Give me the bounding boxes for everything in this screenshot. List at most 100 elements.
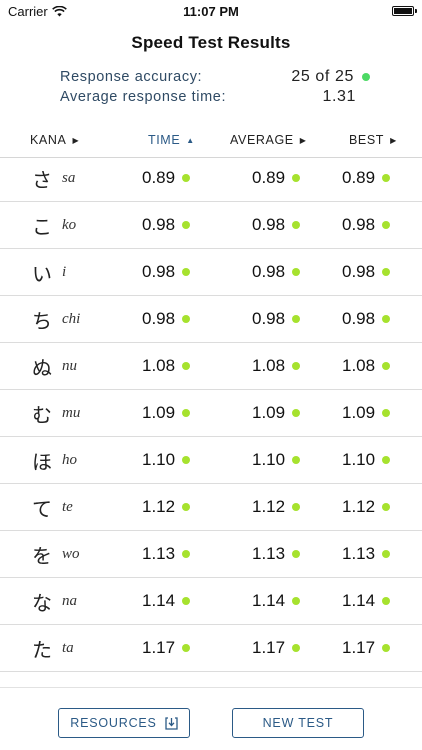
status-dot-icon	[182, 550, 191, 558]
average-cell: 0.98	[252, 296, 301, 342]
status-dot-icon	[292, 315, 301, 323]
time-cell: 0.98	[142, 249, 191, 295]
kana-cell: む mu	[32, 390, 80, 436]
status-dot-icon	[292, 597, 301, 605]
average-value: 1.14	[252, 591, 286, 610]
kana-character: ほ	[32, 449, 52, 474]
best-cell: 1.08	[342, 343, 391, 389]
column-header-time[interactable]: TIME ▲	[148, 133, 195, 147]
table-row[interactable]: な na 1.14 1.14 1.14	[0, 578, 422, 625]
table-row[interactable]: ぬ nu 1.08 1.08 1.08	[0, 343, 422, 390]
average-value: 1.08	[252, 356, 286, 375]
status-dot-icon	[292, 456, 301, 464]
average-value-wrap: 1.31	[300, 88, 370, 106]
kana-character: な	[32, 590, 52, 615]
average-value: 0.98	[252, 215, 286, 234]
average-value: 1.12	[252, 497, 286, 516]
table-row[interactable]: て te 1.12 1.12 1.12	[0, 484, 422, 531]
bottom-toolbar: RESOURCES NEW TEST	[0, 687, 422, 750]
best-value: 1.08	[342, 356, 376, 375]
time-cell: 1.08	[142, 343, 191, 389]
accuracy-row: Response accuracy: 25 of 25	[60, 67, 370, 87]
accuracy-value: 25 of 25	[291, 68, 354, 85]
average-cell: 1.10	[252, 437, 301, 483]
best-value: 1.14	[342, 591, 376, 610]
triangle-right-icon: ▶	[299, 135, 307, 145]
download-icon	[165, 716, 178, 730]
kana-character: て	[32, 496, 52, 521]
table-row[interactable]: さ sa 0.89 0.89 0.89	[0, 155, 422, 202]
kana-romaji: ko	[62, 216, 77, 233]
table-row[interactable]: い i 0.98 0.98 0.98	[0, 249, 422, 296]
average-cell: 0.98	[252, 202, 301, 248]
status-dot-icon	[382, 550, 391, 558]
kana-romaji: sa	[62, 169, 76, 186]
kana-cell: ぬ nu	[32, 343, 77, 389]
kana-character: を	[32, 543, 52, 568]
time-cell: 1.13	[142, 531, 191, 577]
kana-character: む	[32, 402, 52, 427]
status-dot-icon	[292, 268, 301, 276]
average-cell: 0.98	[252, 249, 301, 295]
status-dot-icon	[382, 644, 391, 652]
average-cell: 1.08	[252, 343, 301, 389]
average-cell: 0.89	[252, 155, 301, 201]
table-row[interactable]: ち chi 0.98 0.98 0.98	[0, 296, 422, 343]
best-value: 0.98	[342, 309, 376, 328]
accuracy-value-wrap: 25 of 25	[291, 68, 370, 86]
kana-romaji: ta	[62, 639, 74, 656]
time-cell: 0.98	[142, 202, 191, 248]
status-dot-icon	[382, 597, 391, 605]
best-cell: 1.09	[342, 390, 391, 436]
kana-character: ち	[32, 308, 52, 333]
new-test-button-label: NEW TEST	[262, 716, 334, 730]
kana-character: こ	[32, 214, 52, 239]
average-cell: 1.13	[252, 531, 301, 577]
status-dot-icon	[182, 597, 191, 605]
table-row[interactable]: こ ko 0.98 0.98 0.98	[0, 202, 422, 249]
time-value: 0.89	[142, 168, 176, 187]
status-dot-icon	[382, 456, 391, 464]
table-row[interactable]: た ta 1.17 1.17 1.17	[0, 625, 422, 672]
kana-romaji: na	[62, 592, 77, 609]
kana-cell: て te	[32, 484, 73, 530]
column-header-average[interactable]: AVERAGE ▶	[230, 133, 306, 147]
time-value: 1.09	[142, 403, 176, 422]
status-dot-icon	[382, 362, 391, 370]
status-dot-icon	[182, 315, 191, 323]
table-row[interactable]: を wo 1.13 1.13 1.13	[0, 531, 422, 578]
kana-romaji: i	[62, 263, 67, 280]
column-header-best[interactable]: BEST ▶	[349, 133, 397, 147]
column-header-label: KANA	[30, 133, 67, 147]
status-dot-icon	[292, 550, 301, 558]
new-test-button[interactable]: NEW TEST	[232, 708, 364, 738]
time-cell: 1.09	[142, 390, 191, 436]
average-cell: 1.12	[252, 484, 301, 530]
kana-romaji: te	[62, 498, 73, 515]
kana-cell: な na	[32, 578, 77, 624]
best-cell: 0.89	[342, 155, 391, 201]
best-value: 1.10	[342, 450, 376, 469]
time-value: 1.14	[142, 591, 176, 610]
kana-character: さ	[32, 167, 52, 192]
kana-cell: さ sa	[32, 155, 75, 201]
column-header-kana[interactable]: KANA ▶	[0, 133, 118, 147]
time-value: 1.17	[142, 638, 176, 657]
carrier-label: Carrier	[8, 3, 48, 19]
status-dot-icon	[292, 644, 301, 652]
triangle-right-icon: ▶	[390, 135, 397, 145]
accuracy-label: Response accuracy:	[60, 69, 203, 85]
average-value: 1.17	[252, 638, 286, 657]
resources-button[interactable]: RESOURCES	[58, 708, 190, 738]
average-value: 1.10	[252, 450, 286, 469]
best-cell: 0.98	[342, 296, 391, 342]
status-dot-icon	[182, 268, 191, 276]
kana-character: た	[32, 637, 52, 662]
results-table: さ sa 0.89 0.89 0.89 こ ko 0.98 0.98 0.98 …	[0, 155, 422, 672]
average-value: 0.89	[252, 168, 286, 187]
time-cell: 1.17	[142, 625, 191, 671]
table-row[interactable]: む mu 1.09 1.09 1.09	[0, 390, 422, 437]
best-value: 0.98	[342, 262, 376, 281]
best-value: 0.89	[342, 168, 376, 187]
table-row[interactable]: ほ ho 1.10 1.10 1.10	[0, 437, 422, 484]
